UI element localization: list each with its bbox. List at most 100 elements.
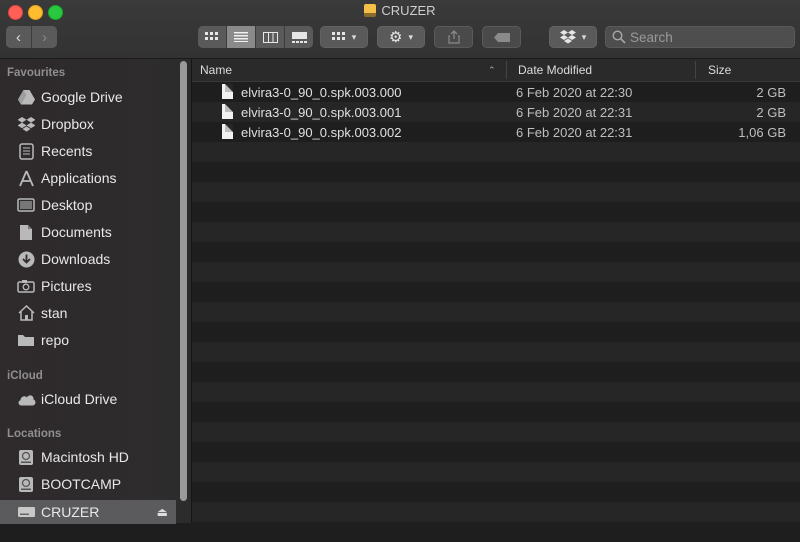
gallery-view-button[interactable] — [285, 26, 313, 48]
gallery-icon — [291, 31, 307, 43]
toolbar: CRUZER ‹ › ▾ ⚙ ▾ ▾ Search — [0, 0, 800, 59]
dropbox-icon — [16, 114, 36, 134]
sort-ascending-icon: ⌃ — [488, 65, 496, 75]
share-button[interactable] — [434, 26, 473, 48]
columns-icon — [262, 31, 278, 43]
file-size: 2 GB — [756, 85, 786, 100]
file-row[interactable]: elvira3-0_90_0.spk.003.000 6 Feb 2020 at… — [192, 82, 800, 102]
file-row[interactable]: elvira3-0_90_0.spk.003.001 6 Feb 2020 at… — [192, 102, 800, 122]
empty-row — [192, 362, 800, 382]
sidebar-item-dropbox[interactable]: Dropbox — [0, 112, 176, 136]
forward-button[interactable]: › — [32, 26, 57, 48]
sidebar-item-downloads[interactable]: Downloads — [0, 247, 176, 271]
column-size[interactable]: Size — [708, 63, 731, 77]
chevron-down-icon: ▾ — [408, 31, 413, 42]
empty-row — [192, 142, 800, 162]
empty-row — [192, 282, 800, 302]
file-rows: elvira3-0_90_0.spk.003.000 6 Feb 2020 at… — [192, 82, 800, 542]
grid-icon — [205, 32, 218, 40]
section-icloud: iCloud — [7, 370, 43, 382]
section-favourites: Favourites — [7, 67, 66, 79]
empty-row — [192, 522, 800, 542]
empty-row — [192, 222, 800, 242]
sidebar-item-applications[interactable]: Applications — [0, 166, 176, 190]
file-size: 1,06 GB — [738, 125, 786, 140]
column-date-modified[interactable]: Date Modified — [518, 63, 592, 77]
column-divider[interactable] — [695, 61, 696, 79]
view-mode-selector — [198, 26, 313, 48]
sidebar-scrollbar[interactable] — [180, 61, 187, 501]
search-placeholder: Search — [630, 29, 673, 45]
column-view-button[interactable] — [256, 26, 285, 48]
empty-row — [192, 422, 800, 442]
chevron-down-icon: ▾ — [351, 31, 357, 42]
desktop-icon — [16, 195, 36, 215]
chevron-down-icon: ▾ — [581, 31, 587, 42]
sidebar-item-google-drive[interactable]: Google Drive — [0, 85, 176, 109]
recents-icon — [16, 141, 36, 161]
list-view-button[interactable] — [227, 26, 256, 48]
icon-view-button[interactable] — [198, 26, 227, 48]
document-icon — [222, 84, 233, 99]
share-icon — [447, 30, 460, 44]
document-icon — [222, 104, 233, 119]
usb-drive-icon — [16, 502, 36, 522]
back-button[interactable]: ‹ — [6, 26, 32, 48]
sidebar-item-repo[interactable]: repo — [0, 328, 176, 352]
empty-row — [192, 262, 800, 282]
file-date: 6 Feb 2020 at 22:31 — [516, 125, 633, 140]
navigation-buttons: ‹ › — [6, 26, 57, 48]
file-name: elvira3-0_90_0.spk.003.002 — [241, 125, 402, 140]
home-icon — [16, 303, 36, 323]
file-date: 6 Feb 2020 at 22:31 — [516, 105, 633, 120]
sidebar-item-recents[interactable]: Recents — [0, 139, 176, 163]
sidebar-item-stan[interactable]: stan — [0, 301, 176, 325]
empty-row — [192, 182, 800, 202]
sidebar-item-macintosh-hd[interactable]: Macintosh HD — [0, 445, 176, 469]
file-list: Name ⌃ Date Modified Size elvira3-0_90_0… — [192, 59, 800, 542]
sidebar-item-desktop[interactable]: Desktop — [0, 193, 176, 217]
empty-row — [192, 382, 800, 402]
group-button[interactable]: ▾ — [320, 26, 368, 48]
empty-row — [192, 442, 800, 462]
file-size: 2 GB — [756, 105, 786, 120]
empty-row — [192, 462, 800, 482]
downloads-icon — [16, 249, 36, 269]
empty-row — [192, 342, 800, 362]
group-grid-icon — [331, 32, 345, 40]
gear-icon: ⚙ — [389, 29, 403, 46]
tags-button[interactable] — [482, 26, 521, 48]
column-name[interactable]: Name — [200, 63, 232, 77]
search-field[interactable]: Search — [605, 26, 795, 48]
empty-row — [192, 162, 800, 182]
column-divider[interactable] — [506, 61, 507, 79]
list-icon — [234, 32, 248, 42]
sidebar-item-icloud-drive[interactable]: iCloud Drive — [0, 387, 176, 411]
usb-drive-icon — [364, 4, 377, 17]
sidebar-item-pictures[interactable]: Pictures — [0, 274, 176, 298]
empty-row — [192, 202, 800, 222]
dropbox-menu-button[interactable]: ▾ — [549, 26, 597, 48]
eject-icon[interactable]: ⏏ — [157, 505, 168, 519]
disk-icon — [16, 474, 36, 494]
column-header: Name ⌃ Date Modified Size — [192, 59, 800, 82]
empty-row — [192, 482, 800, 502]
window-title: CRUZER — [0, 3, 800, 18]
search-icon — [612, 30, 626, 44]
section-locations: Locations — [7, 428, 62, 440]
sidebar-item-documents[interactable]: Documents — [0, 220, 176, 244]
chevron-left-icon: ‹ — [16, 28, 21, 46]
empty-row — [192, 502, 800, 522]
sidebar: Favourites Google Drive Dropbox Recents … — [0, 59, 192, 524]
folder-icon — [16, 330, 36, 350]
sidebar-item-bootcamp[interactable]: BOOTCAMP — [0, 472, 176, 496]
file-date: 6 Feb 2020 at 22:30 — [516, 85, 633, 100]
sidebar-item-cruzer[interactable]: CRUZER ⏏ — [0, 500, 176, 524]
chevron-right-icon: › — [42, 28, 47, 46]
disk-icon — [16, 447, 36, 467]
file-name: elvira3-0_90_0.spk.003.001 — [241, 105, 402, 120]
action-button[interactable]: ⚙ ▾ — [377, 26, 425, 48]
file-row[interactable]: elvira3-0_90_0.spk.003.002 6 Feb 2020 at… — [192, 122, 800, 142]
empty-row — [192, 402, 800, 422]
dropbox-icon — [559, 30, 576, 44]
